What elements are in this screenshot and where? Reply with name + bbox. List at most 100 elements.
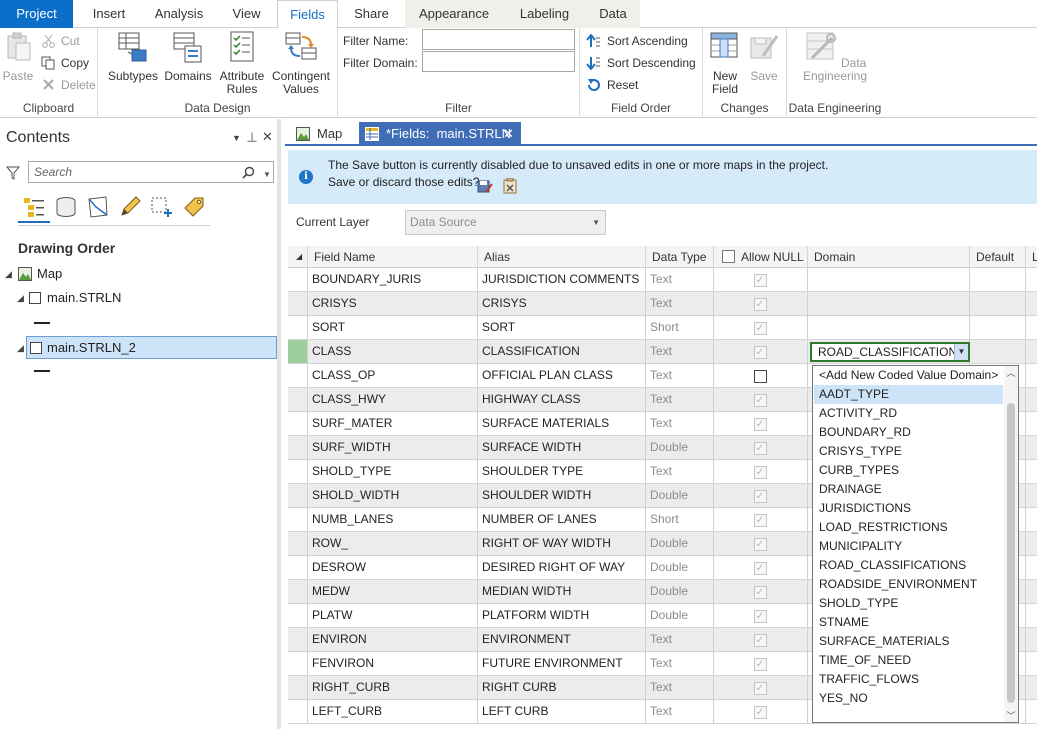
- domain-combobox[interactable]: ROAD_CLASSIFICATIONS ▼: [810, 342, 970, 362]
- cell-default[interactable]: [970, 292, 1026, 316]
- column-header-data-type[interactable]: Data Type: [646, 246, 714, 268]
- row-selector[interactable]: [288, 700, 308, 724]
- filter-funnel-icon[interactable]: [6, 166, 20, 180]
- dropdown-option[interactable]: CURB_TYPES: [814, 461, 1003, 480]
- cell-alias[interactable]: DESIRED RIGHT OF WAY: [478, 556, 646, 580]
- discard-edits-icon[interactable]: [502, 178, 518, 194]
- allow-null-checkbox[interactable]: [753, 370, 767, 383]
- cell-default[interactable]: [970, 316, 1026, 340]
- cell-name[interactable]: LEFT_CURB: [308, 700, 478, 724]
- data-source-icon[interactable]: [54, 195, 78, 219]
- cell-type[interactable]: Double: [646, 484, 714, 508]
- cell-type[interactable]: Text: [646, 460, 714, 484]
- cell-name[interactable]: NUMB_LANES: [308, 508, 478, 532]
- cell-length[interactable]: [1026, 508, 1037, 532]
- allow-null-checkbox[interactable]: ✓: [753, 682, 767, 695]
- cell-alias[interactable]: PLATFORM WIDTH: [478, 604, 646, 628]
- allow-null-checkbox[interactable]: ✓: [753, 562, 767, 575]
- cell-length[interactable]: [1026, 412, 1037, 436]
- cell-alias[interactable]: FUTURE ENVIRONMENT: [478, 652, 646, 676]
- cell-type[interactable]: Text: [646, 652, 714, 676]
- cell-type[interactable]: Text: [646, 340, 714, 364]
- close-pane-icon[interactable]: ✕: [262, 129, 273, 145]
- list-by-drawing-order-button[interactable]: [18, 193, 50, 223]
- doc-tab-fields[interactable]: *Fields: main.STRLN ✕: [359, 122, 521, 146]
- allow-null-header-checkbox[interactable]: [722, 250, 735, 263]
- dropdown-option[interactable]: SHOLD_TYPE: [814, 594, 1003, 613]
- dropdown-option[interactable]: SURFACE_MATERIALS: [814, 632, 1003, 651]
- row-selector[interactable]: [288, 364, 308, 388]
- cell-alias[interactable]: JURISDICTION COMMENTS: [478, 268, 646, 292]
- cell-name[interactable]: DESROW: [308, 556, 478, 580]
- cell-name[interactable]: SHOLD_TYPE: [308, 460, 478, 484]
- cell-domain[interactable]: [808, 268, 970, 292]
- tree-item-layer-strln[interactable]: ◢ main.STRLN: [0, 287, 270, 309]
- dropdown-option[interactable]: MUNICIPALITY: [814, 537, 1003, 556]
- delete-button[interactable]: Delete: [41, 75, 96, 95]
- cell-type[interactable]: Short: [646, 316, 714, 340]
- allow-null-checkbox[interactable]: ✓: [753, 322, 767, 335]
- copy-button[interactable]: Copy: [41, 53, 89, 73]
- filter-name-input[interactable]: [422, 29, 575, 50]
- cell-type[interactable]: Double: [646, 532, 714, 556]
- close-tab-icon[interactable]: ✕: [503, 122, 514, 146]
- cell-alias[interactable]: RIGHT CURB: [478, 676, 646, 700]
- scroll-down-icon[interactable]: ﹀: [1004, 709, 1018, 722]
- data-engineering-button[interactable]: Data Engineering: [793, 30, 877, 83]
- editing-pencil-icon[interactable]: [118, 195, 142, 219]
- dropdown-option[interactable]: YES_NO: [814, 689, 1003, 708]
- column-header-length[interactable]: L: [1026, 246, 1037, 268]
- allow-null-checkbox[interactable]: ✓: [753, 634, 767, 647]
- collapse-arrow-icon[interactable]: ◢: [17, 337, 24, 359]
- scrollbar-thumb[interactable]: [1007, 403, 1015, 703]
- dropdown-option[interactable]: ROADSIDE_ENVIRONMENT: [814, 575, 1003, 594]
- cell-type[interactable]: Text: [646, 388, 714, 412]
- row-selector[interactable]: [288, 460, 308, 484]
- allow-null-checkbox[interactable]: ✓: [753, 538, 767, 551]
- cell-length[interactable]: [1026, 700, 1037, 724]
- cell-length[interactable]: [1026, 460, 1037, 484]
- cut-button[interactable]: Cut: [41, 31, 80, 51]
- save-edits-icon[interactable]: [477, 178, 493, 194]
- cell-name[interactable]: BOUNDARY_JURIS: [308, 268, 478, 292]
- dropdown-option[interactable]: TIME_OF_NEED: [814, 651, 1003, 670]
- cell-alias[interactable]: CLASSIFICATION: [478, 340, 646, 364]
- cell-length[interactable]: [1026, 652, 1037, 676]
- cell-alias[interactable]: SHOULDER TYPE: [478, 460, 646, 484]
- row-selector[interactable]: [288, 436, 308, 460]
- tab-insert[interactable]: Insert: [76, 0, 142, 28]
- tab-analysis[interactable]: Analysis: [142, 0, 216, 28]
- dropdown-option[interactable]: DRAINAGE: [814, 480, 1003, 499]
- cell-type[interactable]: Double: [646, 556, 714, 580]
- dropdown-option[interactable]: JURISDICTIONS: [814, 499, 1003, 518]
- labeling-tag-icon[interactable]: [182, 195, 206, 219]
- column-header-alias[interactable]: Alias: [478, 246, 646, 268]
- dropdown-option[interactable]: ROAD_CLASSIFICATIONS: [814, 556, 1003, 575]
- contents-search-input[interactable]: Search: [28, 161, 274, 183]
- cell-domain[interactable]: [808, 292, 970, 316]
- tab-labeling[interactable]: Labeling: [503, 0, 586, 28]
- cell-alias[interactable]: RIGHT OF WAY WIDTH: [478, 532, 646, 556]
- tab-fields[interactable]: Fields: [277, 0, 338, 29]
- cell-name[interactable]: CRISYS: [308, 292, 478, 316]
- cell-name[interactable]: SURF_WIDTH: [308, 436, 478, 460]
- cell-name[interactable]: RIGHT_CURB: [308, 676, 478, 700]
- table-row[interactable]: CLASS CLASSIFICATION Text ✓ ROAD_CLASSIFICAT…: [288, 340, 1037, 364]
- dropdown-option[interactable]: CRISYS_TYPE: [814, 442, 1003, 461]
- row-selector[interactable]: [288, 604, 308, 628]
- domains-button[interactable]: Domains: [163, 30, 213, 83]
- select-all-corner-icon[interactable]: ◢: [288, 246, 308, 268]
- allow-null-checkbox[interactable]: ✓: [753, 514, 767, 527]
- column-header-domain[interactable]: Domain: [808, 246, 970, 268]
- allow-null-checkbox[interactable]: ✓: [753, 394, 767, 407]
- row-selector[interactable]: [288, 508, 308, 532]
- dropdown-option[interactable]: BOUNDARY_RD: [814, 423, 1003, 442]
- cell-alias[interactable]: LEFT CURB: [478, 700, 646, 724]
- cell-alias[interactable]: SORT: [478, 316, 646, 340]
- allow-null-checkbox[interactable]: ✓: [753, 610, 767, 623]
- snapping-icon[interactable]: [150, 195, 174, 219]
- new-field-button[interactable]: New Field: [706, 30, 744, 96]
- dropdown-option[interactable]: LOAD_RESTRICTIONS: [814, 518, 1003, 537]
- cell-name[interactable]: FENVIRON: [308, 652, 478, 676]
- cell-type[interactable]: Text: [646, 628, 714, 652]
